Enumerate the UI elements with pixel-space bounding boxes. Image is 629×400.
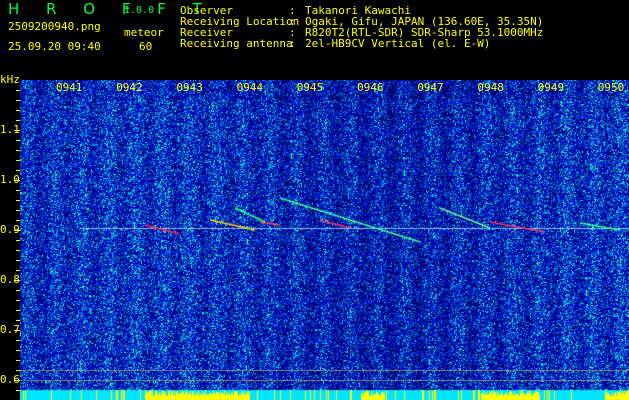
info-label: Receiving antenna <box>180 37 293 50</box>
y-tick-mark <box>16 310 20 311</box>
y-tick-mark <box>16 300 20 301</box>
y-tick-mark <box>16 340 20 341</box>
y-tick-mark <box>16 220 20 221</box>
time-label: 0947 <box>417 81 444 94</box>
y-tick-mark <box>16 360 20 361</box>
y-tick-mark <box>16 390 20 391</box>
y-tick-mark <box>16 210 20 211</box>
time-label: 0949 <box>537 81 565 94</box>
time-label: 0943 <box>176 81 203 94</box>
time-label: 0948 <box>477 81 504 94</box>
time-label: 0945 <box>296 81 324 94</box>
time-label: 0944 <box>236 81 264 94</box>
y-tick-mark <box>16 200 20 201</box>
y-tick-mark <box>14 230 20 231</box>
y-tick-mark <box>16 270 20 271</box>
info-colon: : <box>289 37 296 50</box>
y-tick-mark <box>16 250 20 251</box>
y-tick-mark <box>16 140 20 141</box>
y-tick-mark <box>16 290 20 291</box>
info-value: 2el-HB9CV Vertical (el. E-W) <box>305 37 491 50</box>
y-tick-mark <box>14 380 20 381</box>
y-tick-mark <box>14 280 20 281</box>
y-tick-mark <box>16 350 20 351</box>
time-label: 0950 <box>597 81 625 94</box>
time-label: 0941 <box>56 81 83 94</box>
y-tick-mark <box>16 190 20 191</box>
y-tick-mark <box>16 370 20 371</box>
y-tick-mark <box>14 130 20 131</box>
y-tick-mark <box>14 180 20 181</box>
time-label: 0942 <box>116 81 143 94</box>
y-tick-mark <box>16 320 20 321</box>
datetime: 25.09.20 09:40 <box>8 40 101 53</box>
y-tick-mark <box>16 260 20 261</box>
mode-label: meteor <box>124 26 164 39</box>
mode-value: 60 <box>139 40 153 53</box>
y-tick-mark <box>16 90 20 91</box>
app-version: 1.0.0 <box>124 5 155 16</box>
y-tick-mark <box>16 110 20 111</box>
y-unit-label: kHz <box>0 73 20 86</box>
filename: 2509200940.png <box>8 20 101 33</box>
spectrogram-canvas <box>20 80 629 400</box>
y-tick-mark <box>16 150 20 151</box>
y-tick-mark <box>14 330 20 331</box>
y-tick-mark <box>16 240 20 241</box>
y-tick-mark <box>16 170 20 171</box>
y-tick-mark <box>16 160 20 161</box>
y-tick-mark <box>16 120 20 121</box>
time-label: 0946 <box>357 81 384 94</box>
y-tick-mark <box>16 100 20 101</box>
